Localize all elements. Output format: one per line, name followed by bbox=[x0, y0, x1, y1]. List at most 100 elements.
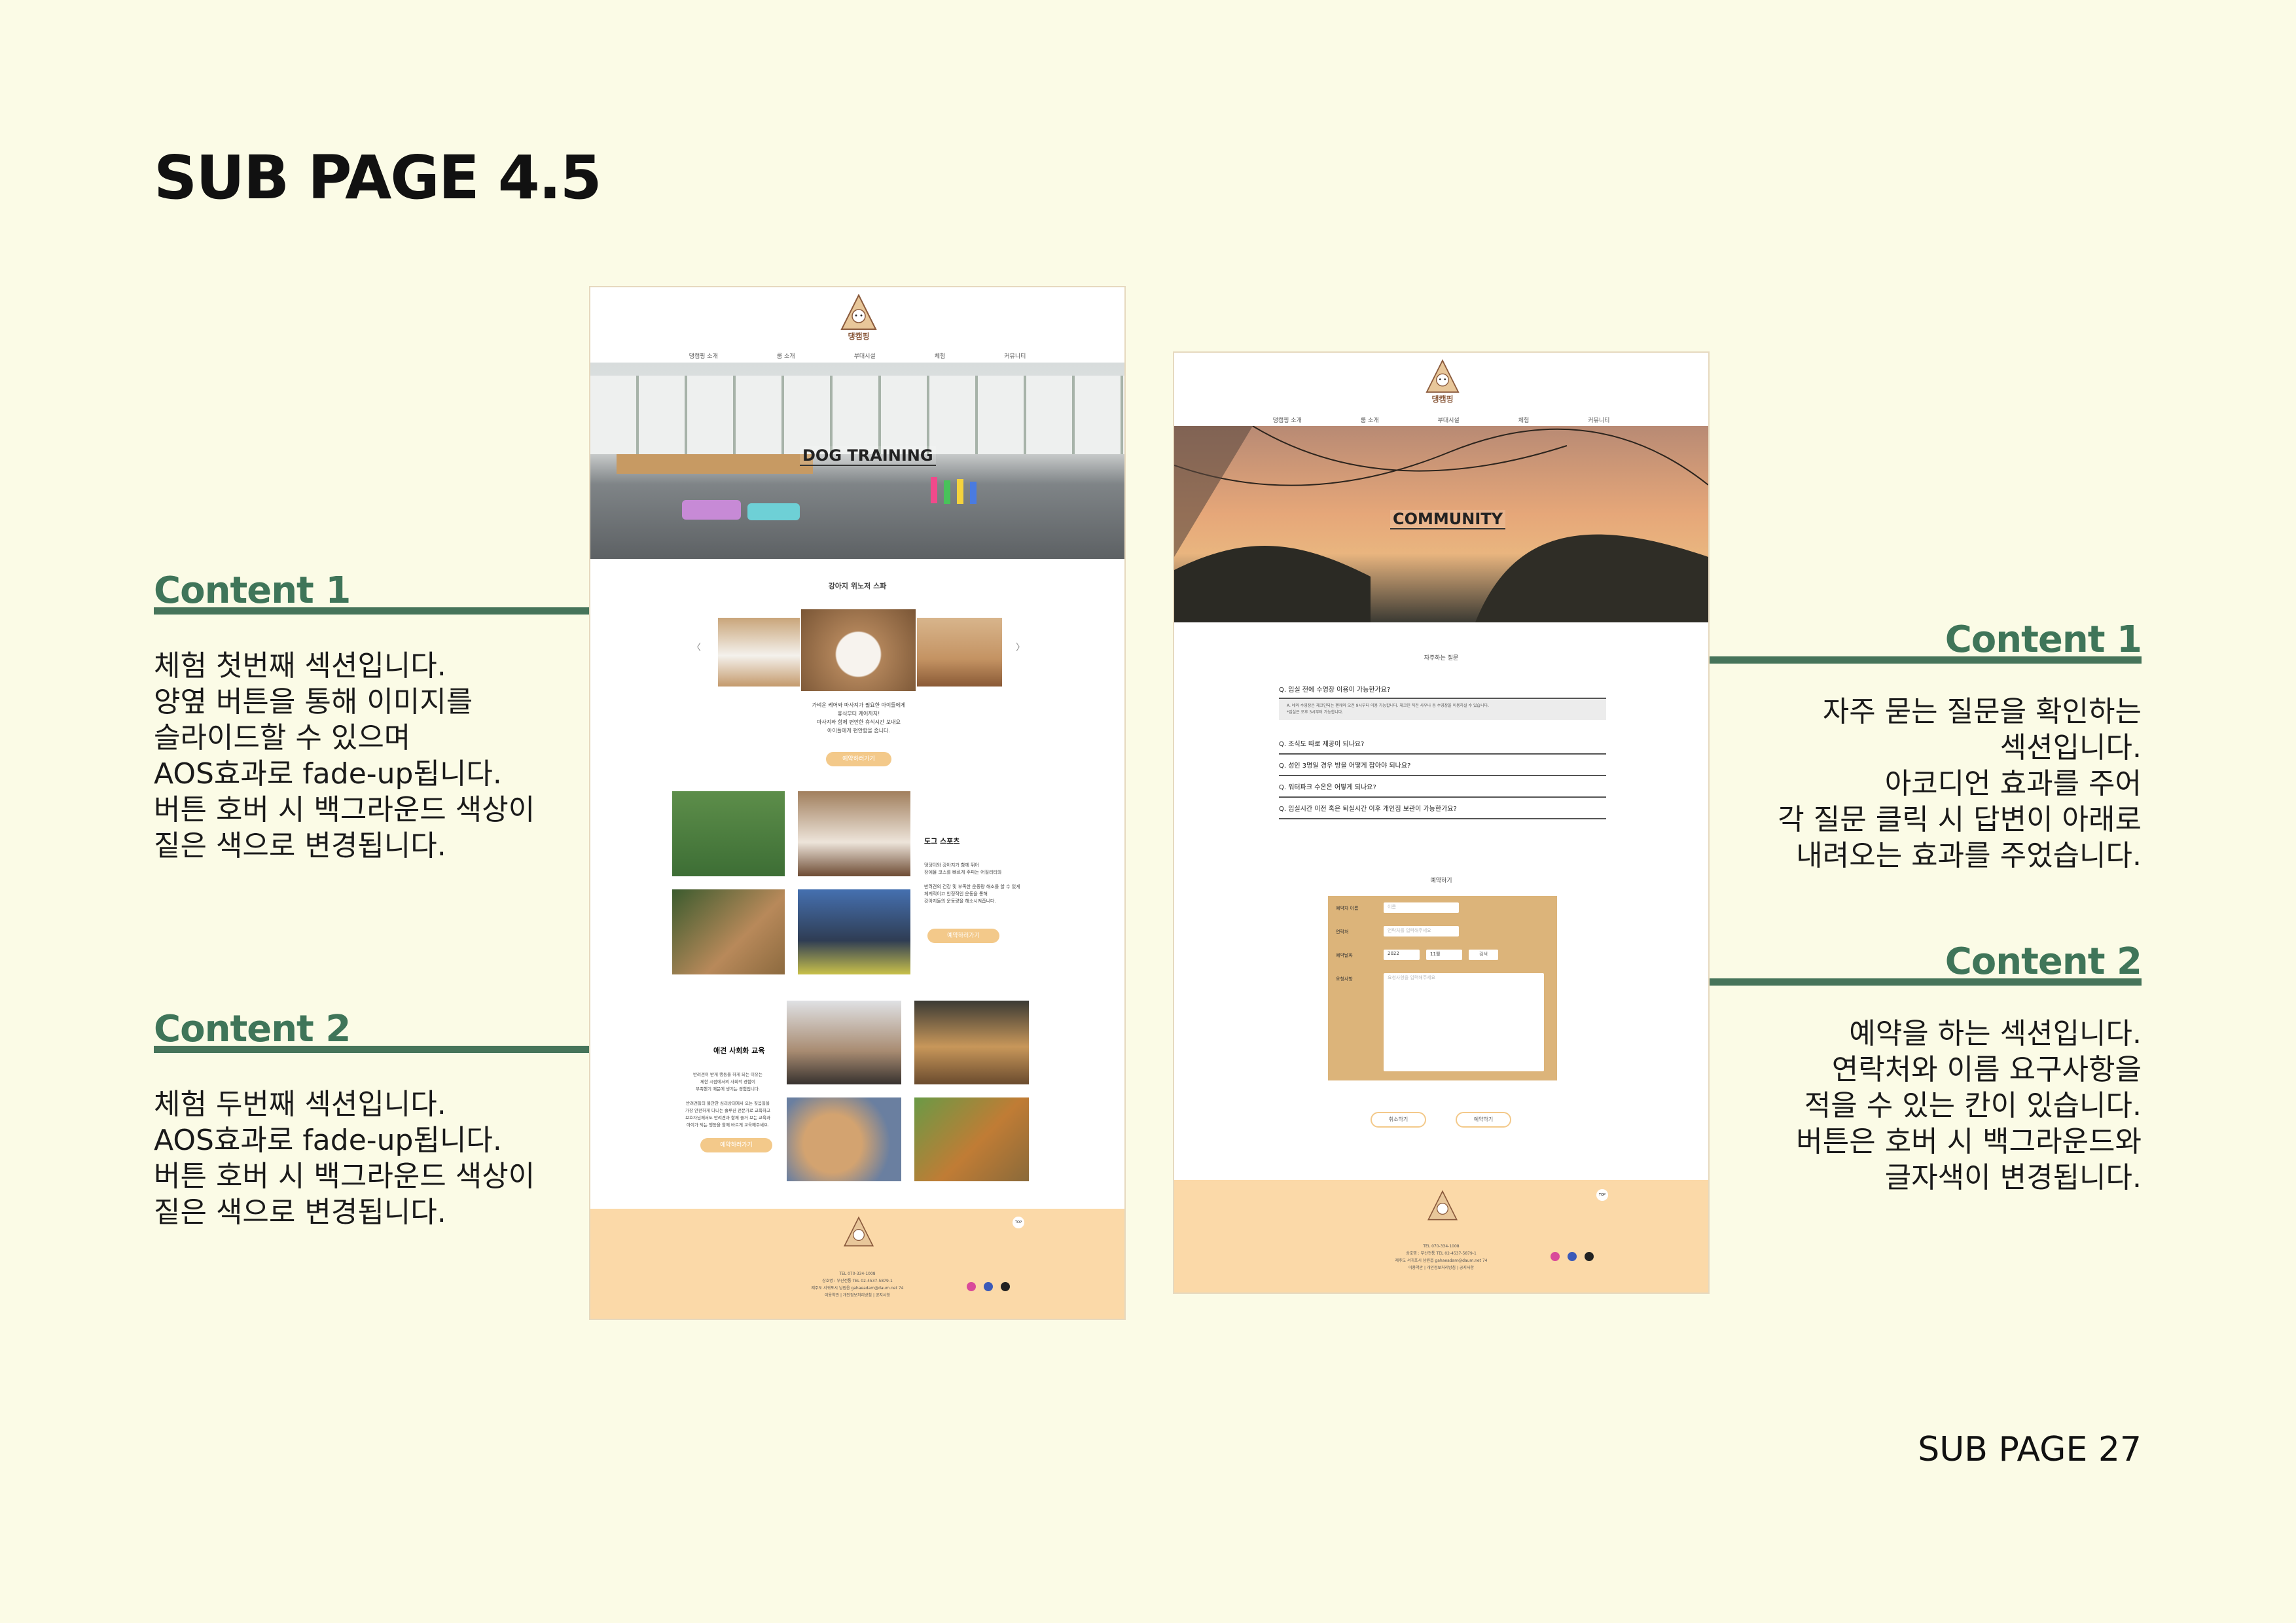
faq-item[interactable]: Q. 성인 3명일 경우 방을 어떻게 잡아야 되나요? bbox=[1279, 755, 1606, 776]
instagram-icon[interactable] bbox=[1551, 1252, 1560, 1261]
right-content1-title: Content 1 bbox=[1945, 618, 2142, 661]
social-title: 애견 사회화 교육 bbox=[713, 1046, 765, 1055]
right-content1-line bbox=[1710, 656, 2142, 664]
mockup-community-page: 댕캠핑 댕캠핑 소개 룸 소개 부대시설 체험 커뮤니티 COMMUNITY 자… bbox=[1173, 351, 1710, 1294]
cancel-button[interactable]: 취소하기 bbox=[1371, 1112, 1426, 1128]
nav-item-facility[interactable]: 부대시설 bbox=[1438, 416, 1460, 424]
reservation-form: 예약자 이름 이름 연락처 연락처를 입력해주세요 예약날짜 2022 11월 … bbox=[1328, 896, 1557, 1080]
month-select[interactable]: 11월 bbox=[1426, 950, 1462, 960]
slider-image-1 bbox=[718, 618, 800, 687]
nav-item-experience[interactable]: 체험 bbox=[1518, 416, 1530, 424]
faq-item[interactable]: Q. 조식도 따로 제공이 되나요? bbox=[1279, 733, 1606, 755]
nav-item-community[interactable]: 커뮤니티 bbox=[1588, 416, 1609, 424]
left-content2-line bbox=[154, 1046, 590, 1053]
social-image-1 bbox=[787, 1001, 901, 1084]
footer-logo-icon bbox=[1426, 1189, 1459, 1222]
request-textarea[interactable]: 요청사항을 입력해주세요 bbox=[1384, 973, 1544, 1071]
main-nav: 댕캠핑 소개 룸 소개 부대시설 체험 커뮤니티 bbox=[1174, 416, 1708, 424]
slider-reserve-button[interactable]: 예약하러가기 bbox=[826, 752, 891, 766]
hero-community-photo: COMMUNITY bbox=[1174, 426, 1708, 622]
facebook-icon[interactable] bbox=[1568, 1252, 1577, 1261]
social-reserve-button[interactable]: 예약하러가기 bbox=[700, 1138, 772, 1152]
left-content2-description: 체험 두번째 섹션입니다. AOS효과로 fade-up됩니다. 버튼 호버 시… bbox=[154, 1088, 535, 1229]
brand-logo: 댕캠핑 bbox=[1416, 359, 1469, 404]
faq-item[interactable]: Q. 입실시간 이전 혹은 퇴실시간 이후 개인짐 보관이 가능한가요? bbox=[1279, 798, 1606, 819]
request-label: 요청사항 bbox=[1336, 976, 1353, 982]
sport-image-2 bbox=[798, 791, 910, 876]
left-content1-title: Content 1 bbox=[154, 569, 351, 612]
page-title: SUB PAGE 4.5 bbox=[154, 143, 602, 213]
footer-info: TEL 070-334-1008 상호명 : 부산전통 TEL 02-4537-… bbox=[1174, 1243, 1708, 1272]
top-button[interactable]: TOP bbox=[1013, 1217, 1024, 1228]
site-footer: TEL 070-334-1008 상호명 : 부산전통 TEL 02-4537-… bbox=[590, 1209, 1124, 1319]
nav-item-experience[interactable]: 체험 bbox=[935, 351, 946, 360]
slider-description: 가벼운 케어와 마사지가 필요한 아이들에게 휴식부터 케어까지! 마사지와 함… bbox=[812, 702, 906, 734]
name-label: 예약자 이름 bbox=[1336, 906, 1359, 911]
sport-image-3 bbox=[672, 889, 785, 974]
year-select[interactable]: 2022 bbox=[1384, 950, 1420, 960]
social-image-2 bbox=[914, 1001, 1029, 1084]
right-content1-description: 자주 묻는 질문을 확인하는 섹션입니다. 아코디언 효과를 주어 각 질문 클… bbox=[1778, 695, 2142, 872]
slider-next-button[interactable]: 〉 bbox=[1016, 641, 1025, 654]
faq-list: Q. 입실 전에 수영장 이용이 가능한가요? A. 네와 수영장은 체크인되는… bbox=[1279, 680, 1606, 819]
site-footer: TEL 070-334-1008 상호명 : 부산전통 TEL 02-4537-… bbox=[1174, 1180, 1708, 1293]
footer-sns bbox=[1551, 1252, 1594, 1261]
kakao-icon[interactable] bbox=[1001, 1282, 1010, 1291]
footer-logo-icon bbox=[842, 1215, 875, 1248]
phone-label: 연락처 bbox=[1336, 929, 1349, 935]
sport-title: 도그 스포츠 bbox=[924, 837, 960, 846]
date-search-button[interactable]: 검색 bbox=[1469, 950, 1498, 960]
faq-item[interactable]: Q. 입실 전에 수영장 이용이 가능한가요? bbox=[1279, 680, 1606, 699]
nav-item-facility[interactable]: 부대시설 bbox=[854, 351, 876, 360]
name-input[interactable]: 이름 bbox=[1384, 902, 1459, 913]
facebook-icon[interactable] bbox=[984, 1282, 993, 1291]
phone-input[interactable]: 연락처를 입력해주세요 bbox=[1384, 926, 1459, 936]
sport-reserve-button[interactable]: 예약하러가기 bbox=[927, 929, 999, 943]
slider-title: 강아지 위노저 스파 bbox=[828, 582, 887, 590]
nav-item-about[interactable]: 댕캠핑 소개 bbox=[1273, 416, 1302, 424]
date-label: 예약날짜 bbox=[1336, 953, 1353, 958]
hero-title: DOG TRAINING bbox=[800, 446, 936, 466]
nav-item-room[interactable]: 룸 소개 bbox=[1361, 416, 1379, 424]
sport-description: 댕댕이와 강아지가 함께 뛰어 장애물 코스를 빠르게 주파는 어질리티와 반려… bbox=[924, 863, 1020, 904]
faq-item[interactable]: Q. 워터파크 수온은 어떻게 되나요? bbox=[1279, 776, 1606, 798]
footer-sns bbox=[967, 1282, 1010, 1291]
footer-line-2: 상호명 : 부산전통 TEL 02-4537-5879-1 bbox=[1406, 1251, 1477, 1256]
hero-training-photo: DOG TRAINING bbox=[590, 363, 1124, 559]
top-button[interactable]: TOP bbox=[1596, 1189, 1608, 1201]
kakao-icon[interactable] bbox=[1585, 1252, 1594, 1261]
footer-line-4: 이용약관 | 개인정보처리방침 | 공지사항 bbox=[825, 1293, 890, 1298]
sport-image-4 bbox=[798, 889, 910, 974]
right-content2-title: Content 2 bbox=[1945, 940, 2142, 983]
social-image-4 bbox=[914, 1097, 1029, 1181]
brand-name: 댕캠핑 bbox=[848, 332, 870, 341]
footer-line-4: 이용약관 | 개인정보처리방침 | 공지사항 bbox=[1408, 1266, 1474, 1270]
tent-logo-icon bbox=[840, 294, 877, 330]
right-content2-line bbox=[1710, 978, 2142, 986]
footer-line-3: 제주도 서귀포시 남원읍 gahaeadam@daum.net 74 bbox=[811, 1286, 904, 1291]
faq-answer: A. 네와 수영장은 체크인되는 펜캐와 오전 9시부터 이용 가능합니다. 체… bbox=[1279, 699, 1606, 720]
slider-image-2 bbox=[801, 609, 916, 691]
instagram-icon[interactable] bbox=[967, 1282, 976, 1291]
nav-item-room[interactable]: 룸 소개 bbox=[777, 351, 795, 360]
tent-logo-icon bbox=[1426, 359, 1460, 393]
brand-name: 댕캠핑 bbox=[1431, 395, 1454, 404]
left-content1-line bbox=[154, 607, 590, 615]
nav-item-about[interactable]: 댕캠핑 소개 bbox=[689, 351, 718, 360]
social-description: 반려견이 받게 행동을 하게 되는 이유는 제한 시점에서의 사회적 경험이 부… bbox=[685, 1072, 770, 1128]
footer-line-1: TEL 070-334-1008 bbox=[1423, 1244, 1460, 1249]
main-nav: 댕캠핑 소개 룸 소개 부대시설 체험 커뮤니티 bbox=[590, 351, 1124, 360]
reserve-title: 예약하기 bbox=[1430, 878, 1452, 884]
right-content2-description: 예약을 하는 섹션입니다. 연락처와 이름 요구사항을 적을 수 있는 칸이 있… bbox=[1796, 1017, 2142, 1194]
faq-title: 자주하는 질문 bbox=[1424, 655, 1459, 662]
slider-prev-button[interactable]: 〈 bbox=[692, 641, 701, 654]
footer-line-2: 상호명 : 부산전통 TEL 02-4537-5879-1 bbox=[822, 1279, 893, 1283]
submit-reservation-button[interactable]: 예약하기 bbox=[1456, 1112, 1511, 1128]
hero-title: COMMUNITY bbox=[1390, 510, 1506, 529]
brand-logo: 댕캠핑 bbox=[833, 294, 885, 342]
footer-line-3: 제주도 서귀포시 남원읍 gahaeadam@daum.net 74 bbox=[1395, 1258, 1488, 1263]
left-content2-title: Content 2 bbox=[154, 1008, 351, 1050]
nav-item-community[interactable]: 커뮤니티 bbox=[1004, 351, 1026, 360]
social-image-3 bbox=[787, 1097, 901, 1181]
footer-line-1: TEL 070-334-1008 bbox=[839, 1272, 876, 1276]
